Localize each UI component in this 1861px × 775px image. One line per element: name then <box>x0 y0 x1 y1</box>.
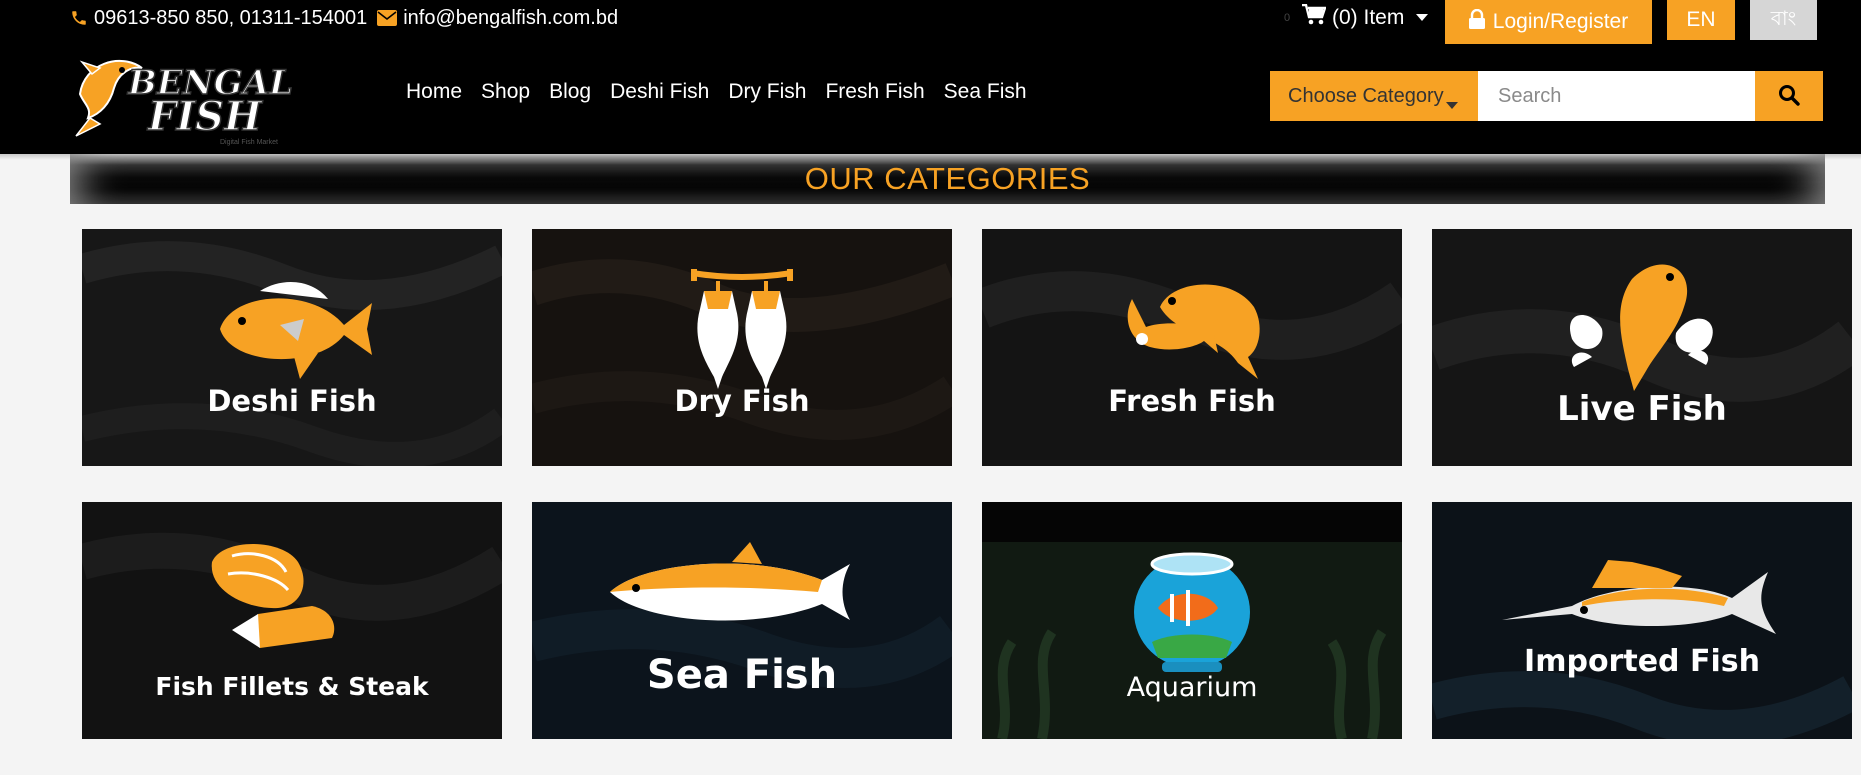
chevron-down-icon <box>1446 93 1458 116</box>
category-label: Fish Fillets & Steak <box>155 672 429 701</box>
category-tile-imported-fish[interactable]: Imported Fish <box>1432 502 1852 739</box>
search-button[interactable] <box>1755 71 1823 121</box>
nav-fresh-fish[interactable]: Fresh Fish <box>825 80 924 104</box>
nav-blog[interactable]: Blog <box>549 80 591 104</box>
chevron-down-icon <box>1416 14 1434 22</box>
cart-label: (0) Item <box>1332 6 1405 29</box>
nav-shop[interactable]: Shop <box>481 80 530 104</box>
category-label: Imported Fish <box>1524 644 1760 679</box>
contact-info: 09613-850 850, 01311-154001 info@bengalf… <box>70 4 618 32</box>
categories-title-bar: OUR CATEGORIES <box>70 154 1825 204</box>
envelope-icon <box>377 10 398 26</box>
language-english-button[interactable]: EN <box>1667 0 1735 40</box>
cart-icon <box>1302 3 1332 32</box>
nav-deshi-fish[interactable]: Deshi Fish <box>610 80 709 104</box>
nav-home[interactable]: Home <box>406 80 462 104</box>
svg-text:FISH: FISH <box>147 93 263 140</box>
cart-dropdown[interactable]: (0) Item <box>1302 2 1434 34</box>
phone-icon <box>70 9 88 27</box>
category-label: Live Fish <box>1557 389 1727 429</box>
category-tile-fresh-fish[interactable]: Fresh Fish <box>982 229 1402 466</box>
category-tile-fish-fillets-steak[interactable]: Fish Fillets & Steak <box>82 502 502 739</box>
category-label: Sea Fish <box>646 652 838 698</box>
category-label: Fresh Fish <box>1108 384 1276 418</box>
category-select-label: Choose Category <box>1288 84 1444 107</box>
category-tile-live-fish[interactable]: Live Fish <box>1432 229 1852 466</box>
category-select[interactable]: Choose Category <box>1270 71 1478 121</box>
category-label: Dry Fish <box>674 384 810 418</box>
email-link[interactable]: info@bengalfish.com.bd <box>403 7 618 30</box>
nav-sea-fish[interactable]: Sea Fish <box>944 80 1027 104</box>
search-icon <box>1778 84 1800 109</box>
phone-number[interactable]: 09613-850 850, 01311-154001 <box>94 7 367 30</box>
category-label: Aquarium <box>1126 672 1258 703</box>
main-nav: Home Shop Blog Deshi Fish Dry Fish Fresh… <box>406 80 1027 104</box>
login-register-button[interactable]: Login/Register <box>1445 0 1652 44</box>
lock-icon <box>1468 8 1493 35</box>
login-register-label: Login/Register <box>1492 10 1629 33</box>
site-header: 09613-850 850, 01311-154001 info@bengalf… <box>0 0 1861 154</box>
category-tile-deshi-fish[interactable]: Deshi Fish <box>82 229 502 466</box>
category-tile-sea-fish[interactable]: Sea Fish <box>532 502 952 739</box>
category-tile-aquarium[interactable]: Aquarium <box>982 502 1402 739</box>
category-tile-dry-fish[interactable]: Dry Fish <box>532 229 952 466</box>
category-label: Deshi Fish <box>207 384 377 418</box>
nav-dry-fish[interactable]: Dry Fish <box>728 80 806 104</box>
search-input[interactable] <box>1478 71 1755 121</box>
section-title: OUR CATEGORIES <box>804 161 1091 196</box>
language-bangla-button[interactable]: বাং <box>1750 0 1817 40</box>
bengal-fish-logo[interactable]: BENGAL FISH Digital Fish Market <box>70 44 315 148</box>
svg-text:Digital Fish Market: Digital Fish Market <box>220 139 278 146</box>
cart-count-badge: 0 <box>1284 12 1291 24</box>
